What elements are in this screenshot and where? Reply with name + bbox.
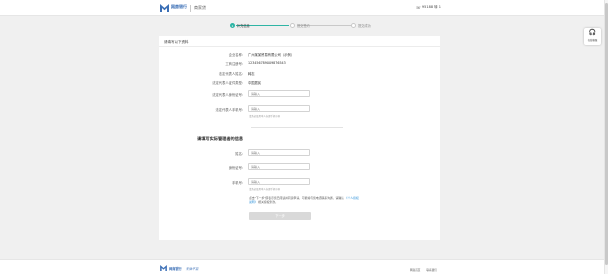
legal-rep-name-label: 法定代表人姓名: <box>218 72 243 76</box>
hotline-number: 95188 转 1 <box>421 5 441 9</box>
manager-name-label: 姓名: <box>235 152 243 156</box>
mybank-logo-icon <box>160 4 169 12</box>
legal-phone-input[interactable] <box>248 105 310 112</box>
reg-number-label: 工商注册号: <box>225 62 243 66</box>
brand-logo[interactable]: 网商银行 MYbank 商家贷 <box>160 4 206 12</box>
footer-slogan: 无微不至 <box>185 267 199 271</box>
page-scrollbar[interactable] <box>604 0 608 274</box>
scrollbar-thumb[interactable] <box>604 3 608 265</box>
legal-rep-idtype-label: 法定代表人证件类型: <box>212 81 243 85</box>
notice-tail: 相关授权条款。 <box>258 200 278 204</box>
company-name-value: 广州某某贸易有限公司（示例） <box>248 53 295 57</box>
step-2-label: 提交签约 <box>297 24 310 28</box>
footer-link-contact[interactable]: 联系我们 <box>426 268 436 272</box>
step-1-label: 补充信息 <box>237 24 250 28</box>
step-3-label: 提交成功 <box>358 24 371 28</box>
hotline: ☏ 95188 转 1 <box>416 5 441 10</box>
reg-number-value: 123456789009876543 <box>248 61 286 65</box>
legal-id-input[interactable] <box>248 90 310 97</box>
authorization-notice: 点击"下一步"即表示您已阅读并同意申请，可能将与您电话联系沟通，请确认 《个人授… <box>249 196 359 204</box>
legal-id-label: 法定代表人身份证号: <box>212 93 243 97</box>
form-card: 请填写以下资料 企业名称: 广州某某贸易有限公司（示例） 工商注册号: 1234… <box>159 36 440 240</box>
progress-steps: 1 补充信息 提交签约 提交成功 <box>228 23 376 31</box>
step-3: 提交成功 <box>351 23 371 28</box>
headset-icon: 🎧 <box>588 29 597 36</box>
manager-idcard-label: 身份证号: <box>228 166 243 170</box>
company-name-label: 企业名称: <box>228 53 243 57</box>
legal-rep-name-value: 韩志 <box>248 72 255 76</box>
manager-phone-label: 手机号: <box>231 181 243 185</box>
manager-idcard-input[interactable] <box>248 163 310 170</box>
manager-name-input[interactable] <box>248 149 310 156</box>
step-2: 提交签约 <box>290 23 310 28</box>
page-footer: 网商银行 无微不至 网商首页 联系我们 <box>0 259 604 274</box>
legal-rep-idtype-value: 中国居民 <box>248 81 262 85</box>
step-1: 1 补充信息 <box>230 23 250 28</box>
form-heading: 请填写以下资料 <box>159 36 440 47</box>
next-button[interactable]: 下一步 <box>249 212 311 220</box>
online-support-widget[interactable]: 🎧 在线客服 <box>584 28 601 45</box>
legal-phone-hint: 请务必使用本人办理手机号码 <box>249 115 281 118</box>
phone-icon: ☏ <box>415 5 421 10</box>
logo-text: 网商银行 MYbank <box>171 5 187 11</box>
footer-logo: 网商银行 无微不至 <box>160 265 199 272</box>
legal-phone-label: 法定代表人手机号: <box>215 108 244 112</box>
footer-mybank-logo-icon <box>160 265 167 272</box>
footer-links: 网商首页 联系我们 <box>410 268 437 272</box>
top-bar: 网商银行 MYbank 商家贷 ☏ 95188 转 1 <box>0 0 608 16</box>
step-2-dot <box>290 23 295 28</box>
section-divider <box>251 127 343 128</box>
manager-phone-input[interactable] <box>248 178 310 185</box>
online-support-label: 在线客服 <box>587 39 598 42</box>
manager-phone-hint: 请务必使用本人办理手机号码 <box>249 188 281 191</box>
footer-link-home[interactable]: 网商首页 <box>410 268 420 272</box>
step-1-dot: 1 <box>230 23 235 28</box>
footer-logo-text: 网商银行 <box>169 267 182 271</box>
logo-divider <box>190 4 191 12</box>
step-3-dot <box>351 23 356 28</box>
section-manager-title: 请填写实际管理者的信息 <box>197 136 244 141</box>
product-name: 商家贷 <box>194 5 206 10</box>
